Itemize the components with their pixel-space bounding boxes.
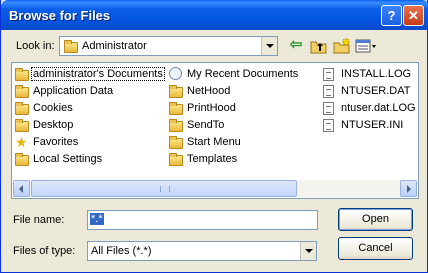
help-button[interactable]: ?: [381, 5, 402, 26]
folder-icon: [169, 85, 183, 101]
window-title: Browse for Files: [9, 8, 111, 23]
open-button[interactable]: Open: [338, 208, 413, 231]
close-icon: ✕: [408, 8, 419, 23]
document-icon: [323, 68, 334, 85]
file-list-item-label: administrator's Documents: [31, 67, 165, 81]
file-list-item-label: Cookies: [33, 102, 73, 114]
cancel-button[interactable]: Cancel: [338, 237, 413, 260]
file-name-label: File name:: [13, 214, 65, 226]
file-type-value: All Files (*.*): [91, 245, 152, 257]
file-list[interactable]: administrator's Documents Application Dat…: [11, 62, 419, 199]
file-list-item-label: NetHood: [187, 85, 231, 97]
new-folder-icon[interactable]: [333, 37, 351, 54]
file-list-item-label: PrintHood: [187, 102, 236, 114]
file-list-item-label: Application Data: [33, 85, 114, 97]
file-list-item-label: INSTALL.LOG: [341, 68, 412, 80]
file-list-item-label: My Recent Documents: [187, 68, 299, 80]
recent-icon: [169, 67, 182, 85]
folder-icon: [15, 153, 29, 169]
up-one-level-icon[interactable]: [310, 38, 328, 54]
title-bar[interactable]: Browse for Files ? ✕: [1, 0, 428, 30]
folder-icon: [15, 68, 29, 84]
scroll-left-button[interactable]: [13, 180, 30, 197]
file-list-item-label: NTUSER.DAT: [341, 85, 411, 97]
folder-icon: [64, 40, 78, 53]
chevron-down-icon[interactable]: [261, 37, 277, 55]
file-list-item-label: Templates: [187, 153, 238, 165]
scrollbar-thumb[interactable]: [31, 180, 297, 197]
file-list-item-label: ntuser.dat.LOG: [341, 102, 416, 114]
file-list-item-label: Local Settings: [33, 153, 103, 165]
browse-files-dialog: Browse for Files ? ✕ Look in: Administra…: [0, 0, 428, 273]
document-icon: [323, 85, 334, 102]
folder-icon: [169, 102, 183, 118]
back-arrow-icon[interactable]: ⇦: [287, 37, 305, 54]
file-list-item-label: Start Menu: [187, 136, 241, 148]
file-type-label: Files of type:: [13, 245, 76, 257]
help-icon: ?: [387, 8, 396, 23]
scroll-right-button[interactable]: [400, 180, 417, 197]
folder-icon: [15, 85, 29, 101]
folder-icon: [15, 119, 29, 135]
folder-icon: [169, 136, 183, 152]
file-name-value: *.*: [90, 213, 104, 225]
look-in-value: Administrator: [82, 40, 147, 52]
document-icon: [323, 119, 334, 136]
look-in-label: Look in:: [16, 40, 55, 52]
file-list-item-label: Favorites: [33, 136, 79, 148]
horizontal-scrollbar[interactable]: [13, 180, 417, 197]
folder-icon: [169, 153, 183, 169]
file-type-dropdown[interactable]: All Files (*.*): [87, 241, 317, 261]
chevron-down-icon[interactable]: [300, 242, 316, 260]
file-list-item-label: SendTo: [187, 119, 225, 131]
look-in-dropdown[interactable]: Administrator: [59, 36, 278, 56]
file-list-item-label: NTUSER.INI: [341, 119, 404, 131]
file-name-input[interactable]: *.*: [87, 210, 318, 230]
folder-icon: [15, 102, 29, 118]
file-list-item-label: Desktop: [33, 119, 74, 131]
folder-icon: [169, 119, 183, 135]
view-menu-icon[interactable]: [355, 38, 379, 54]
close-button[interactable]: ✕: [403, 5, 424, 26]
document-icon: [323, 102, 334, 119]
